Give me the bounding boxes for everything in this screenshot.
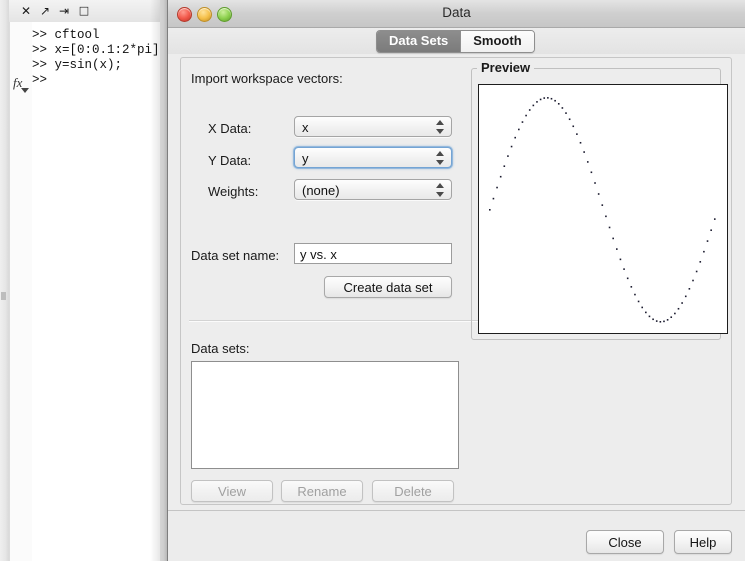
screen: ✕ ↗ ⇥ □ fx >> cftool >> x=[0:0.1:2*pi]; … [0,0,745,561]
import-workspace-vectors-label: Import workspace vectors: [191,71,343,86]
x-data-select[interactable]: x [294,116,452,137]
tab-data-sets[interactable]: Data Sets [377,31,462,52]
preview-title: Preview [477,60,535,75]
weights-value: (none) [302,183,340,198]
delete-button[interactable]: Delete [372,480,454,502]
weights-stepper-icon[interactable] [436,182,445,198]
dialog-titlebar[interactable]: Data [168,0,745,28]
data-sets-panel: Import workspace vectors: X Data: x Y Da… [180,57,732,505]
close-icon[interactable]: ✕ [19,4,33,18]
matlab-console-gutter [10,22,32,561]
x-data-stepper-icon[interactable] [436,119,445,135]
data-sets-label: Data sets: [191,341,250,356]
matlab-side-strip-handle[interactable] [1,292,6,300]
weights-label: Weights: [208,184,259,199]
data-sets-listbox[interactable] [191,361,459,469]
dialog-footer: Close Help [168,511,745,561]
preview-plot [478,84,728,334]
data-set-name-label: Data set name: [191,248,280,263]
rename-button[interactable]: Rename [281,480,363,502]
y-data-select[interactable]: y [293,146,453,169]
data-set-name-value: y vs. x [300,247,337,262]
maximize-icon[interactable]: □ [77,4,91,18]
dock-right-icon[interactable]: ⇥ [57,4,71,18]
weights-select[interactable]: (none) [294,179,452,200]
data-dialog: Data Data Sets Smooth Import workspace v… [167,0,745,561]
tab-bar: Data Sets Smooth [168,28,745,54]
preview-scatter-svg [489,97,716,323]
dialog-content: Import workspace vectors: X Data: x Y Da… [168,53,745,508]
undock-icon[interactable]: ↗ [38,4,52,18]
y-data-stepper-icon[interactable] [436,150,445,166]
tab-group: Data Sets Smooth [376,30,535,53]
x-data-label: X Data: [208,121,252,136]
window-title: Data [442,5,471,20]
view-button[interactable]: View [191,480,273,502]
y-data-label: Y Data: [208,153,252,168]
chevron-down-icon[interactable] [21,88,29,93]
data-set-name-input[interactable]: y vs. x [294,243,452,264]
y-data-value: y [302,151,309,166]
x-data-value: x [302,120,309,135]
help-button[interactable]: Help [674,530,732,554]
create-data-set-button[interactable]: Create data set [324,276,452,298]
tab-smooth[interactable]: Smooth [461,31,534,52]
close-button[interactable]: Close [586,530,664,554]
